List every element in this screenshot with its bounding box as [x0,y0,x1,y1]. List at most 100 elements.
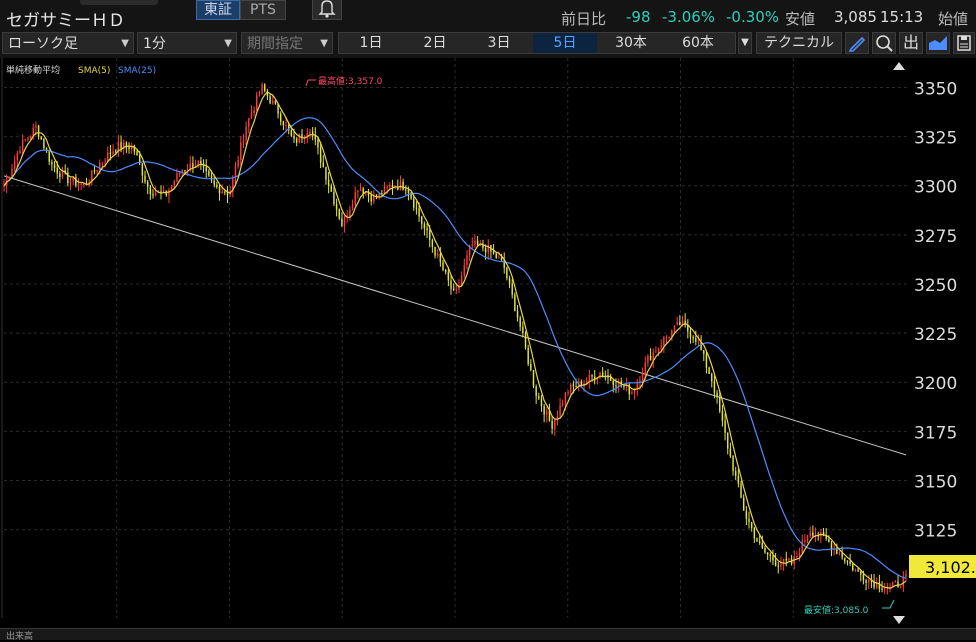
candle-body [274,100,277,104]
candle-body [434,246,436,256]
candle-body [524,333,527,348]
candle-body [29,135,32,138]
candle-body [43,139,45,149]
candle-body [838,553,841,555]
output-button[interactable]: 出 [899,32,923,54]
candle-body [421,216,423,224]
candle-body [466,255,468,266]
candle-body [258,93,261,95]
candle-body [56,168,58,174]
candle-body [785,558,787,561]
candle-body [476,240,479,245]
candle-body [423,223,426,229]
chart-style-button[interactable] [926,32,950,54]
candle-body [107,152,109,162]
top-bar: セガサミーＨＤ 東証 PTS 前日比 -98 -3.06% -0.30% 安値 … [0,0,976,31]
candle-body [474,240,476,245]
candle-body [514,294,516,311]
range-button-30bars[interactable]: 30本 [599,33,663,53]
candle-body [93,170,96,172]
period-select[interactable]: 期間指定 ▼ [241,32,333,54]
indicator-title: 単純移動平均 [6,64,60,76]
candle-body [176,173,178,182]
price-chart[interactable]: 3125 3150 3175 3200 3225 3250 3275 3300 3325 3350… [0,58,976,626]
candle-body [631,392,633,395]
candle-body [516,310,519,318]
candle-body [740,483,742,498]
y-tick-label: 3250 [914,276,957,296]
candle-body [852,563,854,571]
candle-body [24,139,27,141]
y-tick-label: 3350 [914,79,957,99]
candle-body [761,542,764,548]
candle-body [742,497,745,511]
candle-body [221,191,223,194]
chart-toolbar: ローソク足 ▼ 1分 ▼ 期間指定 ▼ 1日 2日 3日 5日 30本 60本 … [0,30,976,58]
candle-body [612,380,615,386]
market-tosho-button[interactable]: 東証 [196,0,240,20]
candle-body [330,185,333,192]
interval-select[interactable]: 1分 ▼ [137,32,237,54]
candle-body [868,579,870,583]
candle-body [370,195,372,202]
y-tick-label: 3275 [914,227,957,247]
range-button-3d[interactable]: 3日 [467,33,531,53]
candle-body [865,580,867,583]
candle-body [253,110,255,114]
candle-body [703,350,705,354]
save-button[interactable] [953,32,975,54]
tab-strip[interactable] [80,0,158,5]
market-pts-button[interactable]: PTS [240,0,286,20]
candle-body [716,392,718,397]
candle-body [75,177,77,186]
legend-sma25: SMA(25) [118,66,156,76]
candle-body [256,94,258,111]
save-icon [957,35,971,51]
candle-body [570,384,572,392]
candle-body [846,561,849,563]
candle-body [37,125,40,137]
candle-body [860,571,862,575]
range-button-60bars[interactable]: 60本 [665,33,731,53]
candle-body [16,153,19,161]
candle-body [734,471,737,476]
candle-body [327,179,330,186]
candle-body [559,405,561,416]
candle-body [899,586,902,588]
range-button-5d[interactable]: 5日 [533,33,597,53]
candle-body [894,581,897,583]
candle-body [498,257,500,259]
candle-body [657,347,660,352]
candle-body [804,540,806,542]
low-value: 3,085 [834,8,877,26]
y-tick-label: 3150 [914,472,957,492]
candle-body [237,160,239,167]
chevron-down-icon: ▼ [224,38,232,49]
candle-body [343,216,346,227]
candle-body [341,218,343,227]
range-button-2d[interactable]: 2日 [403,33,467,53]
pen-button[interactable] [845,32,869,54]
technical-button[interactable]: テクニカル [756,32,842,54]
candle-body [798,553,801,556]
chart-type-select[interactable]: ローソク足 ▼ [2,32,134,54]
range-button-1d[interactable]: 1日 [339,33,403,53]
candle-body [32,127,34,136]
candle-body [168,189,170,196]
y-tick-label: 3225 [914,325,957,345]
candle-body [48,150,50,162]
zoom-button[interactable] [872,32,896,54]
y-tick-label: 3300 [914,178,957,198]
candle-body [272,100,274,104]
candle-body [641,374,644,381]
alert-bell-button[interactable] [312,0,342,20]
candle-body [697,341,700,343]
candle-body [115,151,117,153]
candle-body [695,338,697,342]
candle-body [522,326,524,334]
range-button-group: 1日 2日 3日 5日 30本 60本 [338,32,736,54]
candle-body [780,564,782,567]
candle-body [216,184,218,187]
candle-body [828,538,830,543]
range-more-button[interactable]: ▼ [738,32,752,54]
